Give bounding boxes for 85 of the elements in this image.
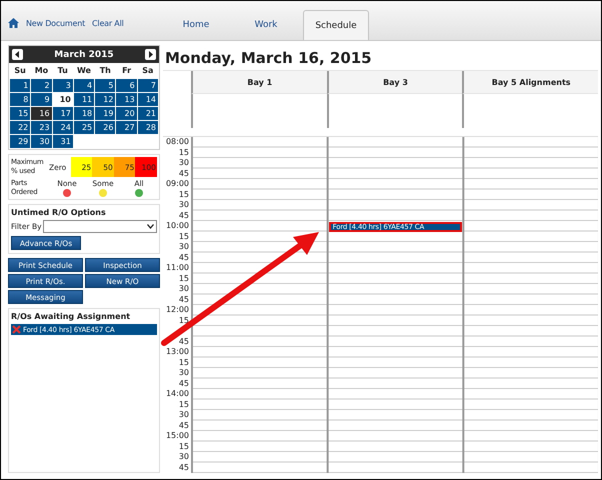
calendar-day[interactable]: 21 (138, 107, 158, 120)
calendar-day[interactable]: 17 (52, 107, 73, 120)
time-label: 30 (178, 242, 190, 252)
time-label: 12:00 (164, 305, 190, 316)
time-label: 15:00 (164, 431, 190, 442)
calendar-day[interactable]: 29 (10, 135, 30, 148)
time-label: 15 (178, 442, 190, 452)
calendar-day[interactable]: 12 (95, 93, 116, 106)
calendar-day[interactable]: 22 (10, 121, 30, 134)
weekday-label: Fr (121, 65, 132, 77)
time-label: 45 (178, 168, 190, 179)
calendar-day[interactable]: 23 (31, 121, 52, 134)
month-title: March 2015 (54, 50, 114, 60)
weekday-label: Sa (141, 65, 154, 77)
calendar-day[interactable]: 6 (116, 79, 137, 92)
tab[interactable]: Home (163, 10, 229, 40)
filter-dropdown[interactable] (42, 220, 157, 233)
weekday-label: Tu (56, 65, 69, 77)
time-label: 15 (178, 190, 190, 200)
time-label: 15 (178, 148, 190, 158)
calendar-day[interactable]: 8 (10, 93, 30, 106)
time-label: 09:00 (164, 179, 190, 190)
calendar-day[interactable]: 19 (95, 107, 116, 120)
home-icon[interactable] (8, 18, 19, 28)
caret-icon (147, 224, 154, 229)
calendar-day[interactable]: 1 (10, 79, 30, 92)
calendar-day[interactable]: 24 (52, 121, 73, 134)
time-label: 45 (178, 252, 190, 263)
time-label: 45 (178, 336, 190, 347)
section-title: Untimed R/O Options (11, 208, 107, 217)
time-label: 45 (178, 210, 190, 221)
time-label: 08:00 (164, 137, 190, 148)
calendar-day[interactable]: 3 (52, 79, 73, 92)
calendar-day[interactable]: 9 (31, 93, 52, 106)
weekday-label: We (76, 65, 92, 77)
time-label: 45 (178, 462, 190, 473)
time-label: 30 (178, 452, 190, 462)
calendar-day[interactable]: 13 (116, 93, 137, 106)
time-label: 15 (178, 358, 190, 368)
calendar-day[interactable]: 2 (31, 79, 52, 92)
calendar-day[interactable]: 16 (31, 107, 52, 120)
calendar-day[interactable]: 18 (74, 107, 94, 120)
time-label: 15 (178, 274, 190, 284)
calendar-day[interactable]: 30 (31, 135, 52, 148)
weekday-label: Su (13, 65, 27, 77)
weekday-label: Mo (34, 65, 50, 77)
schedule-grid[interactable] (191, 137, 598, 473)
calendar-day[interactable]: 25 (74, 121, 94, 134)
calendar-day[interactable]: 7 (138, 79, 158, 92)
calendar-day[interactable]: 5 (95, 79, 116, 92)
time-label: 45 (178, 294, 190, 305)
time-label: 11:00 (164, 263, 190, 274)
time-label: 30 (178, 368, 190, 378)
weekday-label: Th (98, 65, 112, 77)
tab[interactable]: Work (233, 10, 299, 40)
calendar-day[interactable]: 26 (95, 121, 116, 134)
calendar-day[interactable]: 20 (116, 107, 137, 120)
calendar-day[interactable]: 28 (138, 121, 158, 134)
tab[interactable]: Schedule (303, 10, 369, 40)
bay-header: Bay 1 (191, 71, 327, 94)
next-month-icon[interactable] (145, 49, 156, 60)
calendar-day[interactable]: 4 (74, 79, 94, 92)
calendar-day[interactable]: 27 (116, 121, 137, 134)
calendar-day[interactable]: 31 (52, 135, 73, 148)
bay-header: Bay 3 (326, 71, 462, 94)
calendar-day[interactable]: 15 (10, 107, 30, 120)
time-label: 13:00 (164, 347, 190, 358)
time-label: 10:00 (164, 221, 190, 232)
section-title: R/Os Awaiting Assignment (11, 312, 132, 321)
time-label: 15 (178, 232, 190, 242)
time-label: 45 (178, 378, 190, 389)
time-label: 30 (178, 410, 190, 420)
time-label: 30 (178, 158, 190, 168)
calendar-day[interactable]: 11 (74, 93, 94, 106)
time-label: 30 (178, 284, 190, 294)
time-label: 45 (178, 420, 190, 431)
time-label: 30 (178, 200, 190, 210)
toolbar-link[interactable]: Clear All (92, 18, 124, 28)
bay-header: Bay 5 Alignments (462, 71, 598, 94)
toolbar-link[interactable]: New Document (26, 18, 86, 28)
calendar-day[interactable]: 14 (138, 93, 158, 106)
time-label: 14:00 (164, 389, 190, 400)
time-label: 15 (178, 316, 190, 326)
previous-month-icon[interactable] (12, 49, 23, 60)
time-label: 15 (178, 400, 190, 410)
